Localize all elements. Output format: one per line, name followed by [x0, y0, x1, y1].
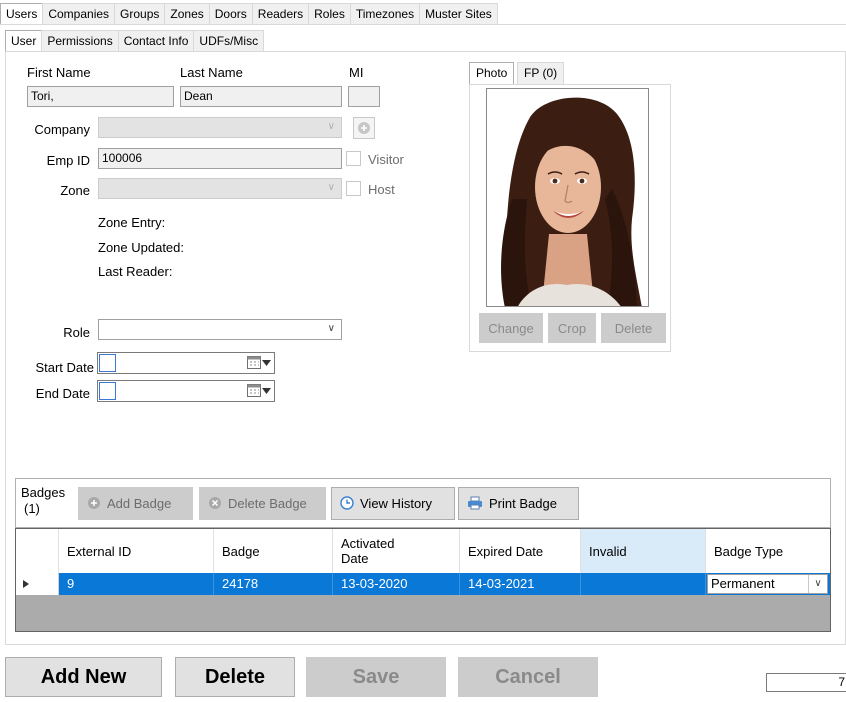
- delete-badge-button[interactable]: Delete Badge: [199, 487, 326, 520]
- add-company-button[interactable]: [353, 117, 375, 139]
- start-date-label: Start Date: [35, 360, 94, 375]
- cell-expired-date[interactable]: 14-03-2021: [460, 573, 581, 595]
- end-date-picker[interactable]: [97, 380, 275, 402]
- end-date-checkbox[interactable]: [99, 382, 116, 400]
- tab-timezones[interactable]: Timezones: [349, 3, 421, 24]
- badges-grid-header: External ID Badge Activated Date Expired…: [16, 529, 830, 573]
- first-name-label: First Name: [27, 65, 91, 80]
- badge-type-select[interactable]: Permanent ∨: [707, 574, 828, 594]
- emp-id-field[interactable]: 100006: [98, 148, 342, 169]
- cell-activated-date[interactable]: 13-03-2020: [333, 573, 460, 595]
- first-name-field[interactable]: Tori,: [27, 86, 174, 107]
- start-date-checkbox[interactable]: [99, 354, 116, 372]
- zone-combo[interactable]: ∨: [98, 178, 342, 199]
- badges-label-line1: Badges: [21, 485, 66, 500]
- cell-external-id[interactable]: 9: [59, 573, 214, 595]
- role-combo[interactable]: ∨: [98, 319, 342, 340]
- emp-id-label: Emp ID: [46, 153, 90, 168]
- plus-circle-icon: [358, 122, 370, 134]
- add-badge-button[interactable]: Add Badge: [78, 487, 193, 520]
- company-combo[interactable]: ∨: [98, 117, 342, 138]
- cell-badge[interactable]: 24178: [214, 573, 333, 595]
- tab-doors[interactable]: Doors: [208, 3, 253, 24]
- row-header-corner: [16, 529, 59, 573]
- tab-roles[interactable]: Roles: [308, 3, 351, 24]
- visitor-label: Visitor: [368, 152, 404, 167]
- host-checkbox[interactable]: [346, 181, 361, 196]
- add-new-button[interactable]: Add New: [5, 657, 162, 697]
- print-badge-button[interactable]: Print Badge: [458, 487, 579, 520]
- table-row[interactable]: 9 24178 13-03-2020 14-03-2021 Permanent …: [16, 573, 830, 595]
- calendar-dropdown-icon[interactable]: [247, 356, 271, 369]
- badges-label-line2: (1): [24, 501, 40, 516]
- cell-invalid[interactable]: [581, 573, 706, 595]
- end-date-label: End Date: [35, 386, 90, 401]
- column-header-activated-date[interactable]: Activated Date: [333, 529, 460, 573]
- print-badge-label: Print Badge: [489, 496, 557, 511]
- tab-zones[interactable]: Zones: [164, 3, 210, 24]
- cell-badge-type[interactable]: Permanent ∨: [706, 573, 830, 595]
- company-label: Company: [34, 122, 90, 137]
- calendar-dropdown-icon[interactable]: [247, 384, 271, 397]
- add-badge-label: Add Badge: [107, 496, 172, 511]
- delete-button[interactable]: Delete: [175, 657, 295, 697]
- mi-field[interactable]: [348, 86, 380, 107]
- zone-entry-label: Zone Entry:: [98, 215, 166, 230]
- main-tab-strip: Users Companies Groups Zones Doors Reade…: [0, 3, 498, 25]
- tab-photo[interactable]: Photo: [469, 62, 515, 84]
- chevron-down-icon: ∨: [327, 182, 335, 193]
- tab-udfs-misc[interactable]: UDFs/Misc: [193, 30, 265, 51]
- host-label: Host: [368, 182, 395, 197]
- crop-photo-button[interactable]: Crop: [548, 313, 596, 343]
- tab-user[interactable]: User: [5, 30, 43, 52]
- last-reader-label: Last Reader:: [98, 264, 173, 279]
- tab-groups[interactable]: Groups: [114, 3, 166, 24]
- user-sub-tab-strip: User Permissions Contact Info UDFs/Misc: [5, 30, 265, 52]
- activated-header-line2: Date: [341, 551, 369, 566]
- column-header-invalid[interactable]: Invalid: [581, 529, 706, 573]
- record-number-field[interactable]: 7: [766, 673, 846, 692]
- column-header-expired-date[interactable]: Expired Date: [460, 529, 581, 573]
- tab-contact-info[interactable]: Contact Info: [117, 30, 195, 51]
- last-name-field[interactable]: Dean: [180, 86, 342, 107]
- save-button[interactable]: Save: [306, 657, 446, 697]
- row-selector[interactable]: [16, 573, 59, 595]
- clock-icon: [340, 496, 354, 510]
- tab-companies[interactable]: Companies: [42, 3, 116, 24]
- view-history-label: View History: [360, 496, 433, 511]
- user-photo: [486, 88, 649, 307]
- badge-type-value: Permanent: [711, 576, 775, 591]
- printer-icon: [468, 496, 482, 510]
- column-header-external-id[interactable]: External ID: [59, 529, 214, 573]
- chevron-down-icon: ∨: [327, 121, 335, 132]
- visitor-checkbox[interactable]: [346, 151, 361, 166]
- badges-count-label: Badges (1): [21, 485, 65, 517]
- delete-photo-button[interactable]: Delete: [601, 313, 666, 343]
- start-date-picker[interactable]: [97, 352, 275, 374]
- tab-users[interactable]: Users: [0, 3, 44, 25]
- last-name-label: Last Name: [180, 65, 243, 80]
- tab-muster-sites[interactable]: Muster Sites: [419, 3, 498, 24]
- badges-grid[interactable]: External ID Badge Activated Date Expired…: [15, 528, 831, 632]
- role-label: Role: [63, 325, 90, 340]
- tab-fingerprint[interactable]: FP (0): [517, 62, 565, 84]
- tab-permissions[interactable]: Permissions: [41, 30, 119, 51]
- current-row-arrow-icon: [23, 580, 29, 588]
- zone-updated-label: Zone Updated:: [98, 240, 185, 255]
- view-history-button[interactable]: View History: [331, 487, 455, 520]
- column-header-badge[interactable]: Badge: [214, 529, 333, 573]
- chevron-down-icon[interactable]: ∨: [808, 575, 827, 593]
- tab-readers[interactable]: Readers: [251, 3, 310, 24]
- change-photo-button[interactable]: Change: [479, 313, 543, 343]
- plus-circle-icon: [88, 497, 100, 509]
- cancel-button[interactable]: Cancel: [458, 657, 598, 697]
- delete-badge-label: Delete Badge: [228, 496, 307, 511]
- chevron-down-icon: ∨: [327, 323, 335, 334]
- tab-strip-divider: [0, 24, 846, 25]
- activated-header-line1: Activated: [341, 536, 395, 551]
- remove-circle-icon: [209, 497, 221, 509]
- mi-label: MI: [349, 65, 364, 80]
- zone-label: Zone: [60, 183, 90, 198]
- column-header-badge-type[interactable]: Badge Type: [706, 529, 830, 573]
